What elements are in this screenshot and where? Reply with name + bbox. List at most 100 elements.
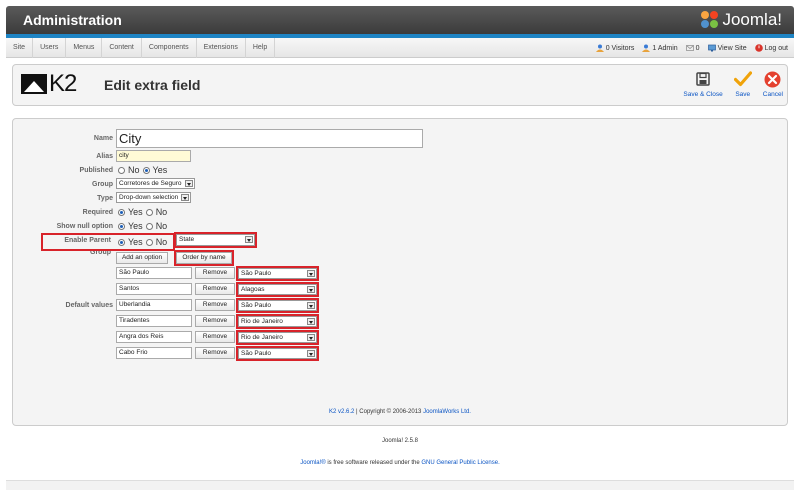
enable-parent-yes-label: Yes — [128, 237, 143, 247]
joomlaworks-link[interactable]: JoomlaWorks Ltd. — [423, 409, 471, 415]
option-row: Tiradentes Remove Rio de Janeiro — [116, 313, 319, 329]
joomla-logo[interactable]: Joomla! — [701, 9, 782, 31]
toolbar-buttons: Save & Close Save Cancel — [683, 70, 783, 98]
name-input[interactable]: City — [116, 129, 423, 148]
option-value-input[interactable]: Uberlandia — [116, 299, 192, 311]
show-null-radios: Yes No — [118, 221, 167, 231]
required-yes-label: Yes — [128, 207, 143, 217]
messages-status[interactable]: 0 — [685, 44, 700, 52]
option-value-input[interactable]: São Paulo — [116, 267, 192, 279]
option-row: Cabo Frio Remove São Paulo — [116, 345, 319, 361]
option-parent-value: Rio de Janeiro — [241, 333, 283, 341]
k2-copyright-text: | Copyright © 2006-2013 — [354, 409, 424, 415]
type-select[interactable]: Drop-down selection — [116, 192, 192, 203]
chevron-down-icon — [184, 180, 193, 187]
default-values-label: Default values — [65, 302, 113, 309]
option-parent-value: Rio de Janeiro — [241, 317, 283, 325]
remove-option-button[interactable]: Remove — [195, 315, 235, 327]
enable-parent-no-label: No — [155, 237, 168, 247]
enable-parent-radios: Yes No — [118, 237, 167, 247]
chevron-down-icon — [307, 349, 315, 357]
group-select[interactable]: Corretores de Seguro — [116, 178, 195, 189]
license-footer: Joomla!® is free software released under… — [0, 460, 800, 466]
joomla-link[interactable]: Joomla!® — [300, 460, 325, 466]
add-option-button[interactable]: Add an option — [116, 252, 168, 264]
option-parent-select[interactable]: Rio de Janeiro — [236, 329, 319, 345]
option-value-input[interactable]: Cabo Frio — [116, 347, 192, 359]
admin-status: 1 Admin — [642, 44, 678, 52]
menu-site[interactable]: Site — [6, 38, 34, 58]
admin-header: Administration Joomla! — [6, 6, 794, 34]
option-value-input[interactable]: Angra dos Reis — [116, 331, 192, 343]
save-label: Save — [735, 91, 751, 98]
parent-group-select-value: State — [179, 236, 195, 243]
page-toolbar: K2 Edit extra field Save & Close Save Ca… — [12, 64, 788, 106]
remove-option-button[interactable]: Remove — [195, 283, 235, 295]
parent-select-row: State — [174, 232, 257, 248]
view-site-link[interactable]: View Site — [707, 44, 747, 52]
option-value-input[interactable]: Santos — [116, 283, 192, 295]
type-label: Type — [97, 195, 113, 202]
envelope-icon — [685, 45, 694, 51]
joomla-version: Joomla! 2.5.8 — [381, 438, 419, 444]
admin-icon — [642, 44, 651, 52]
required-yes-radio[interactable] — [118, 208, 125, 216]
gpl-link[interactable]: GNU General Public License. — [421, 460, 499, 466]
remove-option-button[interactable]: Remove — [195, 331, 235, 343]
enable-parent-yes-radio[interactable] — [118, 238, 125, 246]
order-by-name-button[interactable]: Order by name — [174, 250, 234, 266]
menu-components[interactable]: Components — [142, 38, 197, 58]
alias-row: city — [116, 150, 191, 162]
cancel-button[interactable]: Cancel — [763, 70, 783, 98]
remove-option-button[interactable]: Remove — [195, 347, 235, 359]
page-title: Edit extra field — [104, 77, 201, 93]
logout-label: Log out — [764, 44, 788, 52]
admin-menubar: Site Users Menus Content Components Exte… — [6, 38, 794, 58]
menu-content[interactable]: Content — [102, 38, 142, 58]
option-parent-select[interactable]: Alagoas — [236, 281, 319, 297]
alias-label: Alias — [96, 153, 113, 160]
visitors-status: 0 Visitors — [595, 44, 634, 52]
published-no-radio[interactable] — [118, 166, 125, 174]
published-radios: No Yes — [118, 165, 167, 175]
save-close-button[interactable]: Save & Close — [683, 70, 723, 98]
option-parent-select[interactable]: São Paulo — [236, 345, 319, 361]
menu-menus[interactable]: Menus — [66, 38, 103, 58]
chevron-down-icon — [307, 317, 315, 325]
required-no-radio[interactable] — [145, 208, 153, 216]
option-parent-value: Alagoas — [241, 285, 265, 293]
remove-option-button[interactable]: Remove — [195, 299, 235, 311]
menu-users[interactable]: Users — [33, 38, 67, 58]
save-button[interactable]: Save — [733, 70, 753, 98]
option-value-input[interactable]: Tiradentes — [116, 315, 192, 327]
option-parent-select[interactable]: São Paulo — [236, 265, 319, 281]
alias-input[interactable]: city — [116, 150, 191, 162]
show-null-no-radio[interactable] — [145, 222, 153, 230]
joomla-logo-text: Joomla! — [722, 10, 782, 29]
menu-help[interactable]: Help — [246, 38, 276, 58]
published-no-label: No — [128, 165, 140, 175]
floppy-disk-icon — [693, 70, 713, 88]
k2-logo: K2 — [21, 72, 77, 96]
option-parent-select[interactable]: São Paulo — [236, 297, 319, 313]
group-label: Group — [92, 181, 113, 188]
enable-parent-no-radio[interactable] — [145, 238, 153, 246]
remove-option-button[interactable]: Remove — [195, 267, 235, 279]
logout-link[interactable]: Log out — [754, 44, 788, 52]
checkmark-icon — [733, 70, 753, 88]
show-null-yes-radio[interactable] — [118, 222, 125, 230]
chevron-down-icon — [307, 269, 315, 277]
published-yes-radio[interactable] — [142, 166, 150, 174]
required-no-label: No — [155, 207, 168, 217]
k2-version-link[interactable]: K2 v2.6.2 — [329, 409, 354, 415]
option-parent-select[interactable]: Rio de Janeiro — [236, 313, 319, 329]
save-close-label: Save & Close — [683, 91, 723, 98]
edit-form-panel: Name City Alias city Published No Yes Gr… — [12, 118, 788, 426]
chevron-down-icon — [307, 285, 315, 293]
menu-extensions[interactable]: Extensions — [197, 38, 246, 58]
main-menu: Site Users Menus Content Components Exte… — [6, 38, 276, 58]
parent-group-select[interactable]: State — [174, 232, 257, 248]
license-text: is free software released under the — [325, 460, 422, 466]
group-select-value: Corretores de Seguro — [119, 180, 182, 187]
option-row: Santos Remove Alagoas — [116, 281, 319, 297]
